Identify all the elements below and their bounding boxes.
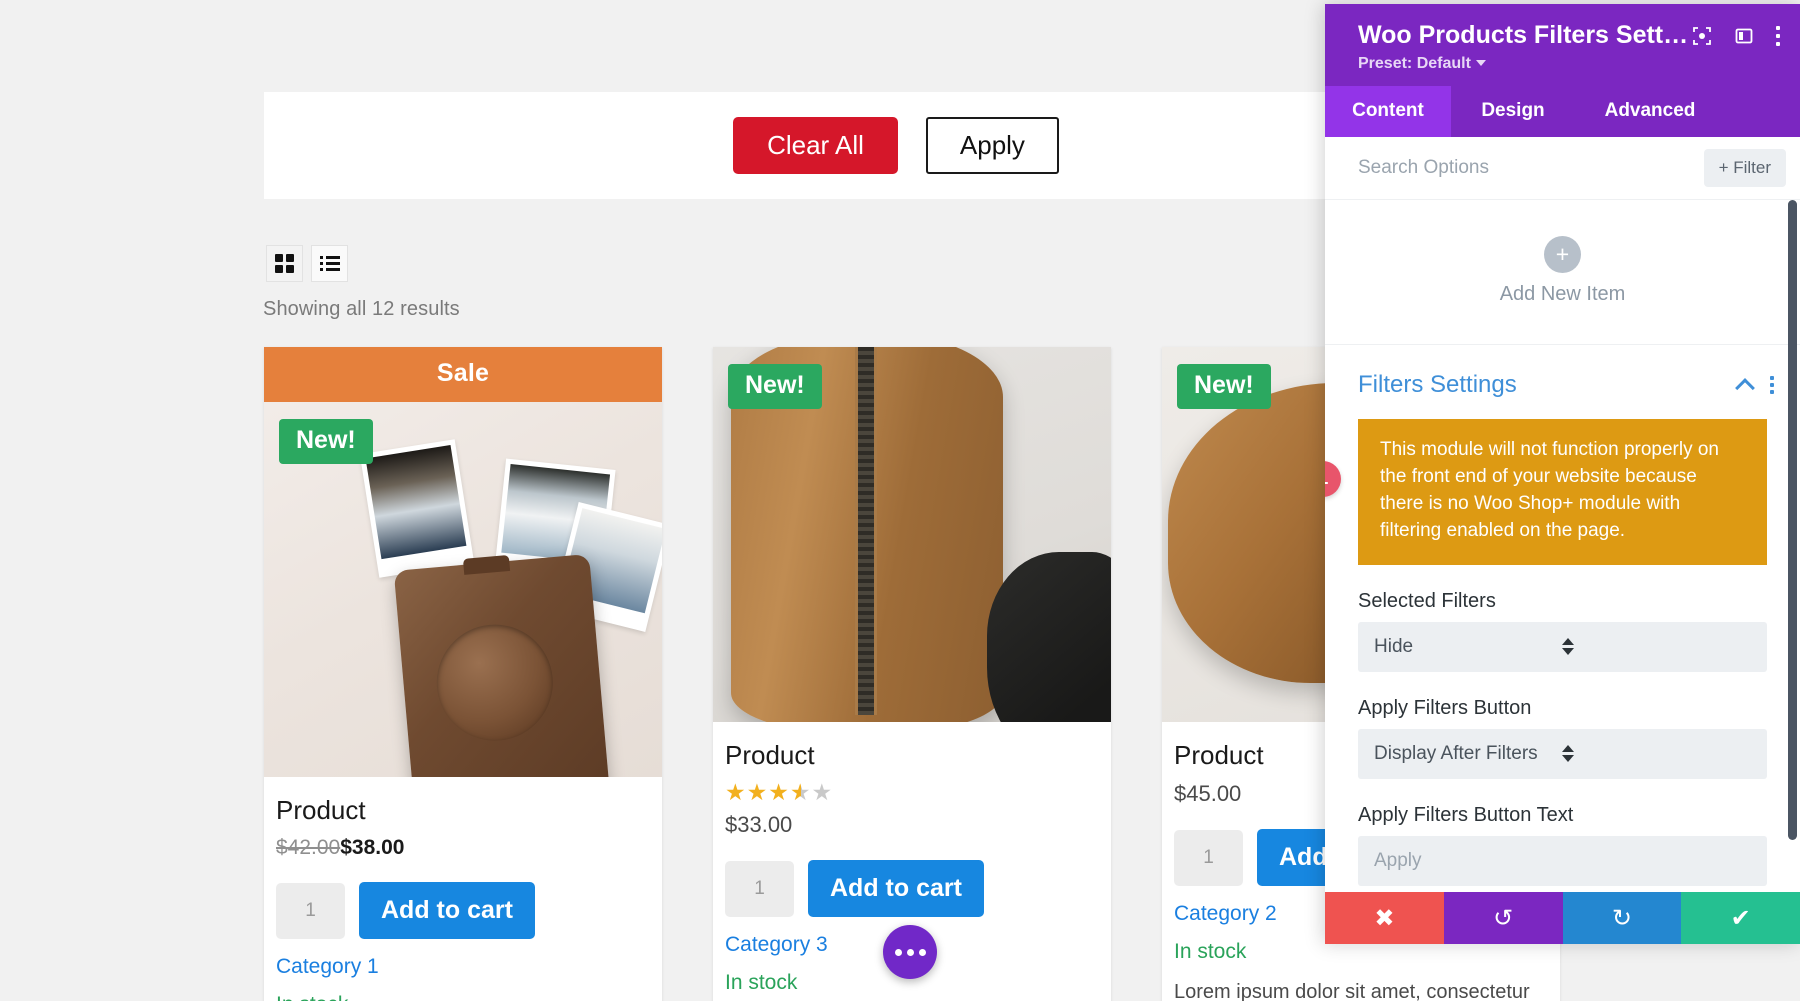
module-settings-modal: Woo Products Filters Settin... Preset: D… bbox=[1325, 4, 1800, 944]
screen-root: Clear All Apply Showing all 12 results S… bbox=[0, 0, 1800, 1001]
layout-icon[interactable] bbox=[1734, 26, 1754, 46]
polaroid-photo bbox=[359, 439, 475, 578]
price-original: $42.00 bbox=[276, 836, 341, 859]
rating-stars: ★★★★★ bbox=[725, 781, 1099, 804]
quantity-input[interactable] bbox=[1174, 829, 1243, 886]
product-title: Product bbox=[276, 795, 366, 825]
new-badge: New! bbox=[728, 364, 822, 409]
star-filled: ★ bbox=[746, 779, 769, 805]
preset-selector[interactable]: Preset: Default bbox=[1358, 55, 1692, 73]
price-value: $45.00 bbox=[1174, 781, 1242, 806]
product-price: $42.00$38.00 bbox=[276, 836, 650, 860]
sale-banner: Sale bbox=[264, 347, 662, 402]
filters-settings-section-header: Filters Settings bbox=[1325, 345, 1800, 419]
chevron-down-icon bbox=[1475, 60, 1486, 66]
modal-header-text: Woo Products Filters Settin... Preset: D… bbox=[1358, 20, 1692, 73]
search-input[interactable] bbox=[1358, 157, 1704, 179]
grid-glyph bbox=[275, 254, 294, 273]
product-image: New! bbox=[264, 402, 662, 777]
add-to-cart-button[interactable]: Add to cart bbox=[808, 860, 984, 917]
star-half: ★ bbox=[789, 779, 812, 805]
cart-controls: Add to cart bbox=[725, 860, 1099, 917]
apply-filters-button-value: Display After Filters bbox=[1374, 742, 1538, 764]
preset-label: Preset: Default bbox=[1358, 55, 1471, 72]
price-value: $33.00 bbox=[725, 812, 793, 837]
section-title: Filters Settings bbox=[1358, 371, 1517, 398]
modal-tabs: Content Design Advanced bbox=[1325, 86, 1800, 137]
add-filter-button[interactable]: + Filter bbox=[1703, 149, 1786, 187]
apply-filters-button-label: Apply Filters Button bbox=[1358, 696, 1532, 719]
apply-filters-button-text-label: Apply Filters Button Text bbox=[1358, 803, 1574, 826]
list-glyph bbox=[319, 256, 340, 271]
notice-text: This module will not function properly o… bbox=[1380, 439, 1720, 541]
view-mode-toggle-group bbox=[266, 245, 348, 282]
search-options-row: + Filter bbox=[1325, 137, 1800, 200]
new-badge: New! bbox=[279, 419, 373, 464]
chevron-up-icon[interactable] bbox=[1735, 377, 1755, 398]
tab-advanced[interactable]: Advanced bbox=[1575, 86, 1725, 137]
undo-button[interactable]: ↺ bbox=[1443, 892, 1563, 944]
chevron-updown-icon bbox=[1561, 638, 1750, 656]
camera-body bbox=[393, 553, 611, 777]
settings-fields: Selected Filters Hide Apply Filters Butt… bbox=[1325, 590, 1800, 892]
product-card[interactable]: Sale New! Product $42.00$38.00 1 Add to … bbox=[264, 347, 662, 1001]
more-options-fab[interactable] bbox=[883, 925, 937, 979]
selected-filters-select[interactable]: Hide bbox=[1358, 621, 1767, 672]
selected-filters-label: Selected Filters bbox=[1358, 589, 1496, 612]
cancel-button[interactable]: ✖ bbox=[1325, 892, 1444, 944]
star-empty: ★ bbox=[811, 779, 834, 805]
apply-filters-button[interactable]: Apply bbox=[925, 116, 1059, 175]
product-card[interactable]: New! Product ★★★★★ $33.00 Add to cart Ca… bbox=[713, 347, 1111, 1001]
notice-count-badge: 1 bbox=[1325, 461, 1341, 497]
tab-design[interactable]: Design bbox=[1451, 86, 1575, 137]
chevron-updown-icon bbox=[1561, 745, 1750, 763]
dots-glyph bbox=[1776, 26, 1780, 46]
dark-shoe bbox=[987, 552, 1111, 722]
results-count: Showing all 12 results bbox=[263, 298, 460, 320]
list-view-icon[interactable] bbox=[311, 245, 348, 282]
redo-button[interactable]: ↻ bbox=[1562, 892, 1682, 944]
camera-notch bbox=[462, 554, 511, 575]
product-category-link[interactable]: Category 1 bbox=[276, 955, 650, 979]
modal-footer: ✖ ↺ ↻ ✔ bbox=[1325, 892, 1800, 944]
product-title: Product bbox=[725, 740, 815, 770]
apply-filters-button-text-input[interactable] bbox=[1358, 835, 1767, 886]
cart-controls: Add to cart bbox=[276, 882, 650, 939]
camera-lens bbox=[431, 619, 558, 746]
quantity-input[interactable] bbox=[276, 882, 345, 939]
section-more-vertical-icon[interactable] bbox=[1770, 376, 1774, 394]
more-vertical-icon[interactable] bbox=[1776, 26, 1780, 46]
warning-notice: 1 This module will not function properly… bbox=[1325, 419, 1767, 565]
add-to-cart-button[interactable]: Add to cart bbox=[359, 882, 535, 939]
product-price: $33.00 bbox=[725, 812, 1099, 838]
pouch-zipper bbox=[855, 347, 877, 715]
grid-view-icon[interactable] bbox=[266, 245, 303, 282]
add-new-item-label: Add New Item bbox=[1499, 283, 1626, 305]
product-description: Lorem ipsum dolor sit amet, consectetur bbox=[1174, 981, 1530, 1001]
selected-filters-value: Hide bbox=[1374, 635, 1414, 657]
new-badge: New! bbox=[1177, 364, 1271, 409]
product-image: New! bbox=[713, 347, 1111, 722]
save-button[interactable]: ✔ bbox=[1681, 892, 1800, 944]
price-sale: $38.00 bbox=[340, 836, 405, 859]
apply-filters-button-select[interactable]: Display After Filters bbox=[1358, 728, 1767, 779]
star-filled: ★ bbox=[725, 779, 747, 805]
clear-all-button[interactable]: Clear All bbox=[733, 116, 898, 175]
modal-header: Woo Products Filters Settin... Preset: D… bbox=[1325, 4, 1800, 86]
stock-status: In stock bbox=[276, 993, 650, 1001]
star-filled: ★ bbox=[768, 779, 790, 805]
quantity-input[interactable] bbox=[725, 860, 794, 917]
plus-icon: + bbox=[1544, 236, 1581, 273]
modal-title: Woo Products Filters Settin... bbox=[1358, 21, 1692, 49]
modal-body: + Add New Item Filters Settings 1 This m… bbox=[1325, 200, 1800, 892]
modal-header-icons bbox=[1692, 20, 1780, 46]
add-new-item-button[interactable]: + Add New Item bbox=[1325, 200, 1800, 345]
tab-content[interactable]: Content bbox=[1325, 86, 1451, 137]
product-info: Product $42.00$38.00 Add to cart Categor… bbox=[264, 777, 662, 1001]
focus-icon[interactable] bbox=[1692, 26, 1712, 46]
